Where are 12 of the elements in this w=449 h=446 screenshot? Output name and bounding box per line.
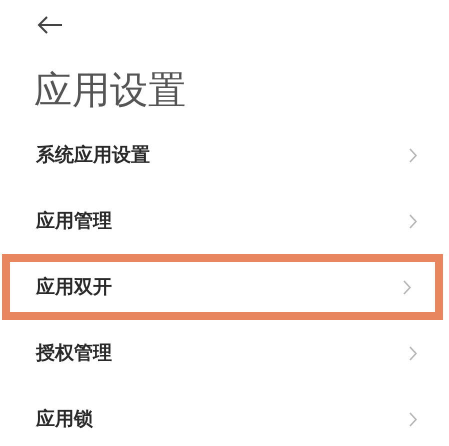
chevron-right-icon [409,346,417,360]
menu-item[interactable]: 应用锁 [0,386,449,446]
chevron-right-icon [409,148,417,162]
chevron-right-icon [409,214,417,228]
page-title: 应用设置 [34,68,187,112]
chevron-right-icon [409,412,417,426]
back-arrow-icon[interactable] [37,16,63,34]
menu-item[interactable]: 系统应用设置 [0,122,449,188]
menu-item[interactable]: 授权管理 [0,320,449,386]
menu-item[interactable]: 应用管理 [0,188,449,254]
chevron-right-icon [403,280,411,294]
highlighted-menu-item[interactable]: 应用双开 [2,254,443,320]
